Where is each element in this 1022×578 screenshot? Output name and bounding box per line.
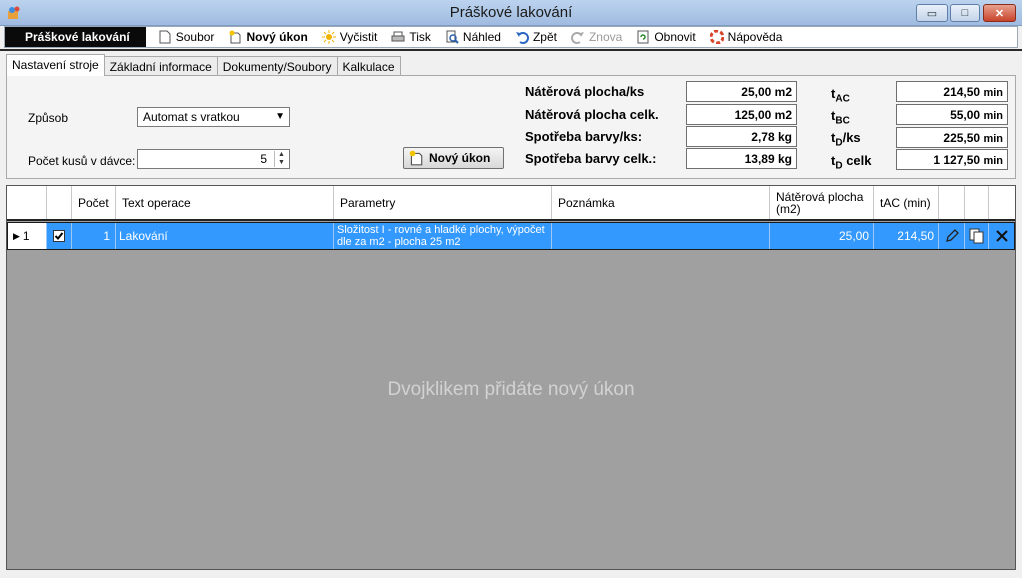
file-icon xyxy=(159,30,171,44)
header-area[interactable]: Nátěrová plocha (m2) xyxy=(770,186,874,219)
toolbar-preview-label: Náhled xyxy=(462,30,501,44)
header-rownum xyxy=(7,186,47,219)
minimize-button[interactable]: ▭ xyxy=(916,4,948,22)
header-delete xyxy=(989,186,1015,219)
header-check xyxy=(47,186,72,219)
cell-count[interactable]: 1 xyxy=(72,223,116,249)
copy-icon xyxy=(969,228,983,244)
stat-label: Nátěrová plocha celk. xyxy=(525,107,659,122)
header-tac[interactable]: tAC (min) xyxy=(874,186,939,219)
toolbar-undo[interactable]: Zpět xyxy=(509,27,565,47)
delete-icon xyxy=(996,230,1008,242)
toolbar-new-operation[interactable]: Nový úkon xyxy=(222,27,315,47)
checkbox-checked-icon xyxy=(53,230,65,242)
toolbar-redo-label: Znova xyxy=(588,30,623,44)
stat-value: 13,89 kg xyxy=(686,148,797,169)
spin-arrows-icon[interactable]: ▲ ▼ xyxy=(274,151,288,167)
stat-value: 2,78 kg xyxy=(686,126,797,147)
pencil-icon xyxy=(945,229,959,242)
toolbar-new-operation-label: Nový úkon xyxy=(246,30,308,44)
toolbar-print-label: Tisk xyxy=(409,30,431,44)
grid-header: Počet Text operace Parametry Poznámka Ná… xyxy=(7,186,1015,221)
header-edit xyxy=(939,186,965,219)
header-count[interactable]: Počet xyxy=(72,186,116,219)
toolbar-clear[interactable]: Vyčistit xyxy=(316,27,386,47)
cell-params[interactable]: Složitost I - rovné a hladké plochy, výp… xyxy=(334,223,552,249)
delete-button[interactable] xyxy=(989,223,1015,249)
new-icon xyxy=(229,30,241,44)
new-icon xyxy=(409,150,423,166)
header-note[interactable]: Poznámka xyxy=(552,186,770,219)
time-value-td-ks: 225,50 min xyxy=(896,127,1008,148)
stat-value: 25,00 m2 xyxy=(686,81,797,102)
time-label-tbc: tBC xyxy=(831,108,850,127)
cell-note[interactable] xyxy=(552,223,770,249)
toolbar-help[interactable]: Nápověda xyxy=(704,27,791,47)
row-checkbox[interactable] xyxy=(47,223,72,249)
cell-area[interactable]: 25,00 xyxy=(770,223,874,249)
batch-quantity-value: 5 xyxy=(260,152,267,166)
chevron-down-icon: ▼ xyxy=(275,111,285,122)
toolbar-title: Práškové lakování xyxy=(5,27,146,47)
toolbar-print[interactable]: Tisk xyxy=(385,27,439,47)
clear-icon xyxy=(321,30,336,44)
time-value-tac: 214,50 min xyxy=(896,81,1008,102)
stat-label: Spotřeba barvy/ks: xyxy=(525,129,643,144)
stat-label: Nátěrová plocha/ks xyxy=(525,84,645,99)
redo-icon xyxy=(570,32,584,44)
undo-icon xyxy=(515,32,529,44)
method-select-value: Automat s vratkou xyxy=(143,110,240,124)
row-pointer-icon: ▶ xyxy=(13,230,20,241)
time-label-tac: tAC xyxy=(831,86,850,105)
toolbar-file-label: Soubor xyxy=(175,30,215,44)
toolbar-preview[interactable]: Náhled xyxy=(439,27,509,47)
window-title: Práškové lakování xyxy=(449,4,573,21)
tab-machine-settings[interactable]: Nastavení stroje xyxy=(6,54,105,76)
time-value-td-total: 1 127,50 min xyxy=(896,149,1008,170)
time-value-tbc: 55,00 min xyxy=(896,104,1008,125)
maximize-button[interactable]: □ xyxy=(950,4,980,22)
tab-basic-info[interactable]: Základní informace xyxy=(103,56,218,76)
method-label: Způsob xyxy=(28,111,69,125)
table-row[interactable]: ▶ 1 1 Lakování Složitost I - rovné a hla… xyxy=(7,222,1015,250)
edit-button[interactable] xyxy=(939,223,965,249)
row-number-cell: ▶ 1 xyxy=(8,223,47,249)
copy-button[interactable] xyxy=(965,223,989,249)
time-label-td-total: tD celk xyxy=(831,153,872,172)
tab-calculation[interactable]: Kalkulace xyxy=(336,56,401,76)
toolbar: Práškové lakování Soubor Nový úkon Vyčis… xyxy=(4,26,1018,48)
toolbar-redo[interactable]: Znova xyxy=(565,27,630,47)
header-params[interactable]: Parametry xyxy=(334,186,552,219)
cell-tac[interactable]: 214,50 xyxy=(874,223,939,249)
stat-value: 125,00 m2 xyxy=(686,104,797,125)
header-text[interactable]: Text operace xyxy=(116,186,334,219)
help-icon xyxy=(709,30,724,44)
close-button[interactable]: ✕ xyxy=(983,4,1016,22)
toolbar-undo-label: Zpět xyxy=(532,30,557,44)
header-copy xyxy=(965,186,989,219)
preview-icon xyxy=(446,30,459,44)
toolbar-refresh[interactable]: Obnovit xyxy=(630,27,703,47)
new-operation-label: Nový úkon xyxy=(429,151,491,165)
tab-documents[interactable]: Dokumenty/Soubory xyxy=(216,56,338,76)
empty-hint: Dvojklikem přidáte nový úkon xyxy=(387,379,635,400)
toolbar-divider xyxy=(0,49,1022,51)
batch-quantity-stepper[interactable]: 5 ▲ ▼ xyxy=(137,149,290,169)
toolbar-file[interactable]: Soubor xyxy=(152,27,223,47)
tab-strip: Nastavení stroje Základní informace Doku… xyxy=(6,54,401,76)
toolbar-help-label: Nápověda xyxy=(727,30,783,44)
new-operation-button[interactable]: Nový úkon xyxy=(403,147,504,169)
method-select[interactable]: Automat s vratkou ▼ xyxy=(137,107,290,127)
stat-label: Spotřeba barvy celk.: xyxy=(525,151,657,166)
operations-grid[interactable]: Počet Text operace Parametry Poznámka Ná… xyxy=(6,185,1016,570)
print-icon xyxy=(391,31,405,42)
time-label-td-ks: tD/ks xyxy=(831,130,861,149)
toolbar-clear-label: Vyčistit xyxy=(339,30,378,44)
cell-text[interactable]: Lakování xyxy=(116,223,334,249)
refresh-icon xyxy=(637,30,649,44)
toolbar-refresh-label: Obnovit xyxy=(654,30,696,44)
title-bar: Práškové lakování ▭ □ ✕ xyxy=(0,0,1022,26)
row-number: 1 xyxy=(22,229,30,243)
batch-label: Počet kusů v dávce: xyxy=(28,154,136,168)
